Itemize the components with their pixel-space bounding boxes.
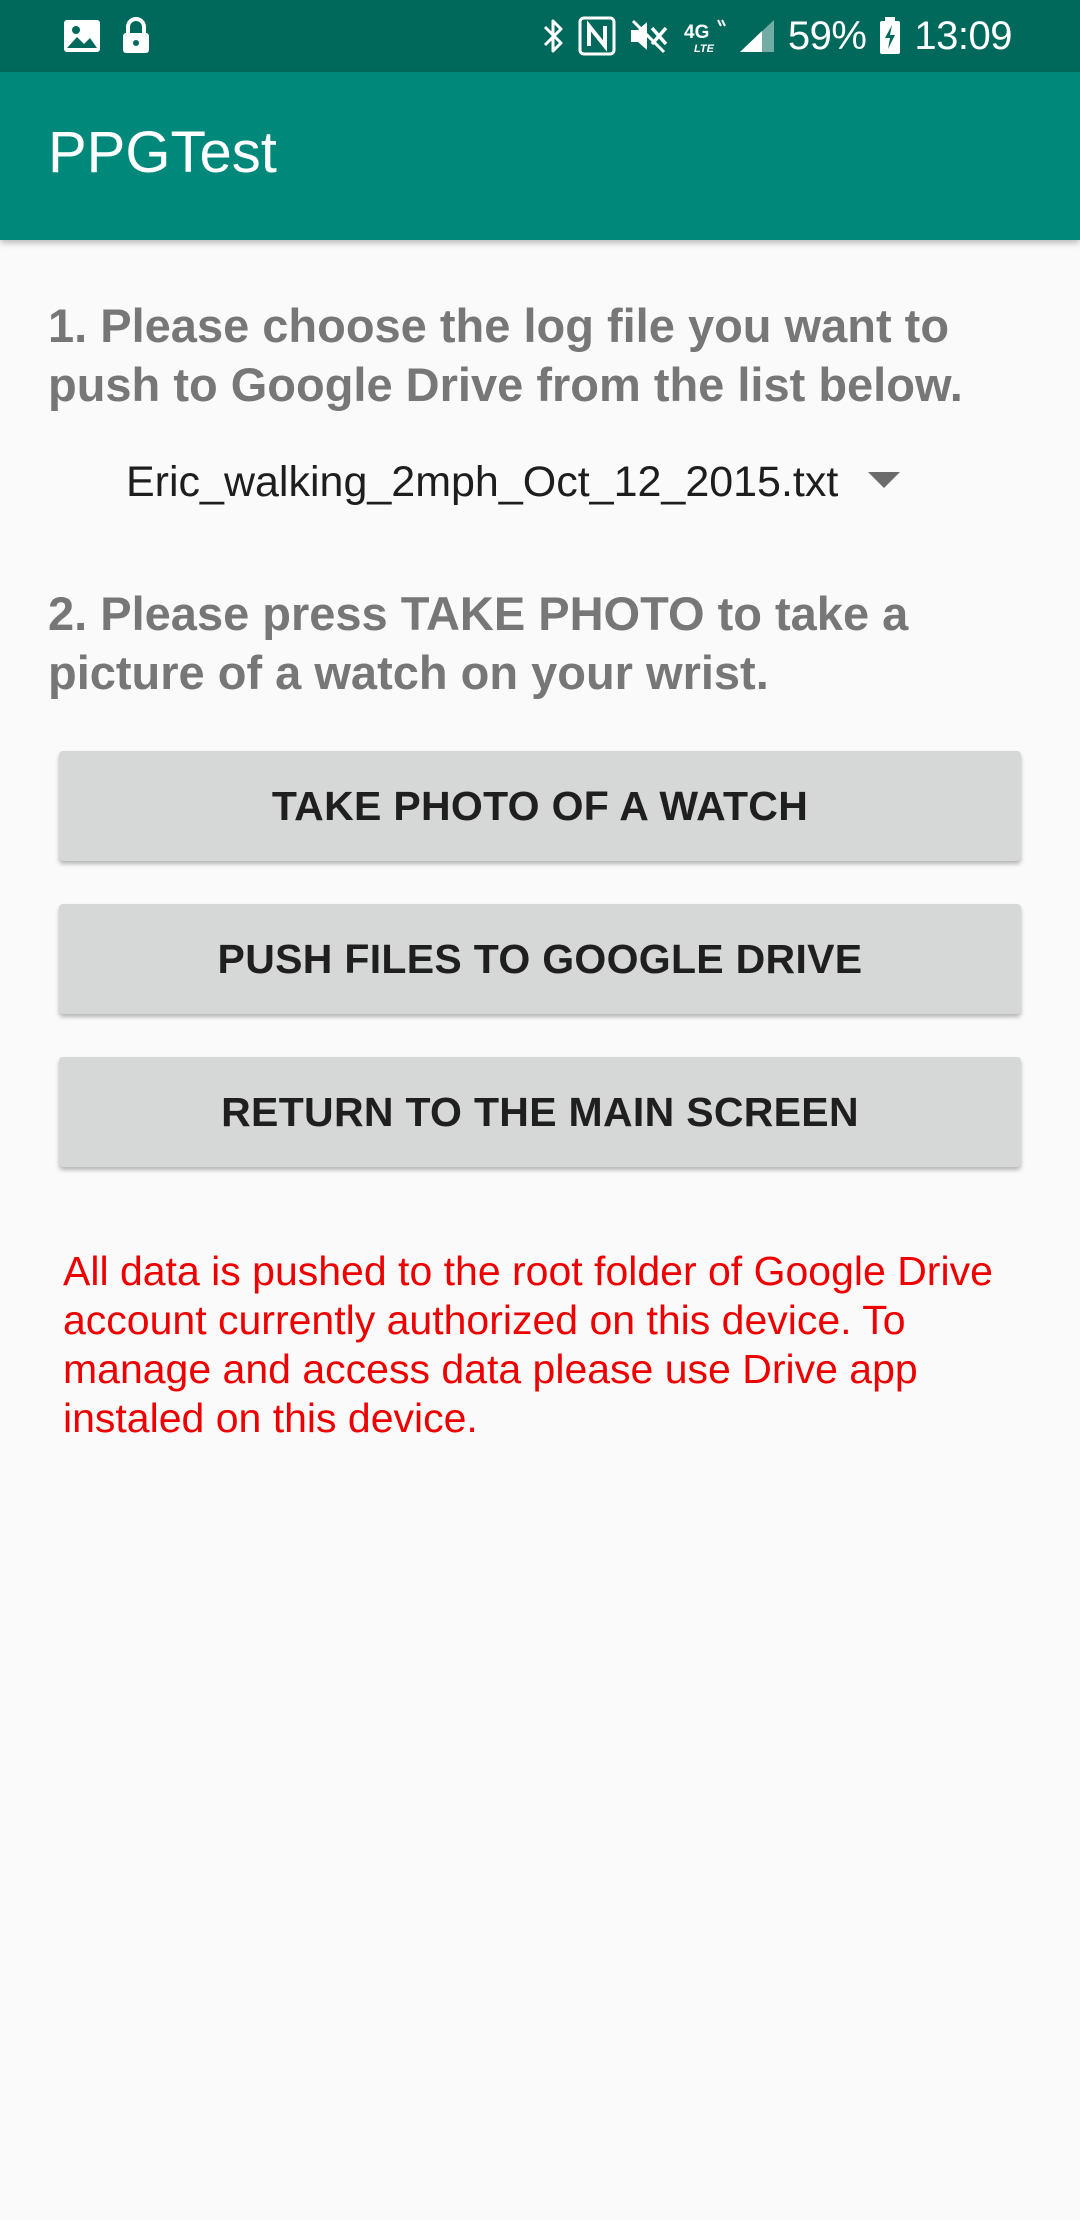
- drive-notice-text: All data is pushed to the root folder of…: [63, 1248, 993, 1441]
- battery-charging-icon: [878, 16, 902, 56]
- signal-icon: [738, 18, 776, 54]
- log-file-spinner[interactable]: Eric_walking_2mph_Oct_12_2015.txt: [108, 440, 918, 524]
- bluetooth-icon: [542, 16, 566, 56]
- status-right: 4G LTE 59% 13:09: [542, 0, 1012, 72]
- battery-percent: 59%: [787, 13, 867, 58]
- nfc-icon: [578, 16, 616, 56]
- app-bar: PPGTest: [0, 72, 1080, 240]
- app-title: PPGTest: [48, 120, 277, 185]
- clock: 13:09: [914, 13, 1012, 58]
- image-icon: [62, 18, 102, 54]
- dropdown-arrow-icon: [868, 472, 900, 493]
- take-photo-button[interactable]: TAKE PHOTO OF A WATCH: [59, 751, 1021, 861]
- 4g-lte-icon: 4G LTE: [682, 16, 726, 56]
- status-bar: 4G LTE 59% 13:09: [0, 0, 1080, 72]
- spinner-selected-value: Eric_walking_2mph_Oct_12_2015.txt: [126, 457, 839, 506]
- svg-text:LTE: LTE: [694, 43, 715, 55]
- mute-icon: [628, 16, 670, 56]
- instruction-choose-log-file: 1. Please choose the log file you want t…: [48, 299, 963, 411]
- push-files-button[interactable]: PUSH FILES TO GOOGLE DRIVE: [59, 904, 1021, 1014]
- lock-icon: [120, 17, 152, 55]
- return-main-screen-button[interactable]: RETURN TO THE MAIN SCREEN: [59, 1057, 1021, 1167]
- svg-text:4G: 4G: [684, 22, 709, 43]
- status-left: [62, 16, 152, 56]
- instruction-take-photo: 2. Please press TAKE PHOTO to take a pic…: [48, 587, 909, 699]
